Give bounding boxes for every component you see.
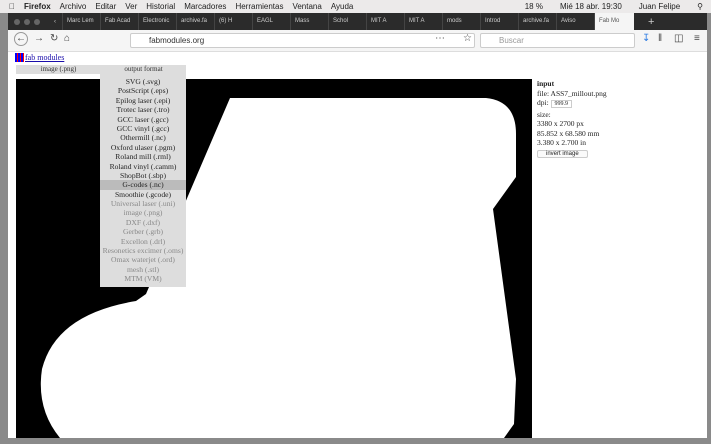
battery-status[interactable]: 18 % xyxy=(525,2,543,11)
bookmark-star-icon[interactable]: ☆ xyxy=(463,33,472,44)
output-format-option[interactable]: Othermill (.nc) xyxy=(100,133,186,142)
output-format-menu: SVG (.svg) PostScript (.eps) Epilog laser … xyxy=(100,74,186,287)
page-content: fab modules image (.png) output format S… xyxy=(8,52,707,438)
tab[interactable]: archive.fa xyxy=(518,13,556,30)
tab-bar: ‹ Marc Lem Fab Acad Electronic archive.f… xyxy=(8,13,707,30)
size-in: 3.380 x 2.700 in xyxy=(537,138,586,147)
download-icon[interactable]: ↧ xyxy=(642,33,650,44)
logo-text[interactable]: fab modules xyxy=(25,53,64,62)
menu-ventana[interactable]: Ventana xyxy=(292,2,321,11)
output-format-option: Universal laser (.uni) xyxy=(110,199,176,209)
size-mm: 85.852 x 68.580 mm xyxy=(537,128,600,138)
dpi-input[interactable]: 999.9 xyxy=(550,100,573,108)
input-info-panel: input file: ASS7_millout.png dpi: 999.9 … xyxy=(537,79,607,159)
back-icon[interactable]: ← xyxy=(14,32,28,46)
size-label: size: xyxy=(537,109,551,119)
browser-window: ‹ Marc Lem Fab Acad Electronic archive.f… xyxy=(8,13,707,438)
tab[interactable]: EAGL xyxy=(252,13,290,30)
output-format-option: Omax waterjet (.ord) xyxy=(111,255,175,265)
invert-image-button[interactable]: invert image xyxy=(537,149,588,158)
reload-icon[interactable]: ↻ xyxy=(50,33,58,44)
spotlight-icon[interactable]: ⚲ xyxy=(697,2,703,11)
size-px: 3380 x 2700 px xyxy=(537,119,584,128)
home-icon[interactable]: ⌂ xyxy=(64,33,70,44)
tab[interactable]: Marc Lem xyxy=(62,13,100,30)
output-format-option: Excellon (.drl) xyxy=(120,236,166,246)
output-format-option: mesh (.stl) xyxy=(126,264,160,274)
tab[interactable]: Electronic xyxy=(138,13,176,30)
apple-icon[interactable]:  xyxy=(9,2,15,11)
tab[interactable]: Introd xyxy=(480,13,518,30)
url-bar[interactable]: fabmodules.org xyxy=(130,33,475,48)
menu-archivo[interactable]: Archivo xyxy=(60,2,87,11)
menu-marcadores[interactable]: Marcadores xyxy=(184,2,226,11)
input-format-select[interactable]: image (.png) xyxy=(16,65,101,74)
tab-scroll-left-icon[interactable]: ‹ xyxy=(54,19,56,25)
menu-app[interactable]: Firefox xyxy=(24,2,51,11)
clock[interactable]: Mié 18 abr. 19:30 xyxy=(560,2,622,11)
output-format-option: DXF (.dxf) xyxy=(125,217,161,227)
toolpath-image xyxy=(16,79,532,438)
sidebar-icon[interactable]: ◫ xyxy=(674,33,683,44)
output-format-option[interactable]: PostScript (.eps) xyxy=(100,86,186,95)
tab[interactable]: Fab Acad xyxy=(100,13,138,30)
menu-editar[interactable]: Editar xyxy=(95,2,116,11)
window-controls[interactable] xyxy=(14,18,40,25)
output-format-option[interactable]: Trotec laser (.tro) xyxy=(100,105,186,114)
output-format-option: MTM (VM) xyxy=(124,274,162,284)
new-tab-icon[interactable]: + xyxy=(648,16,654,28)
output-format-option[interactable]: Roland mill (.rml) xyxy=(100,152,186,161)
output-format-option[interactable]: Epilog laser (.epi) xyxy=(100,96,186,105)
menu-ayuda[interactable]: Ayuda xyxy=(331,2,354,11)
output-format-option[interactable]: SVG (.svg) xyxy=(100,77,186,86)
output-format-option[interactable]: Oxford ulaser (.pgm) xyxy=(100,143,186,152)
logo-icon xyxy=(15,53,24,62)
macos-menubar:  Firefox Archivo Editar Ver Historial M… xyxy=(0,0,711,13)
tab-active[interactable]: Fab Mo xyxy=(594,13,634,30)
output-format-option[interactable]: Roland vinyl (.camm) xyxy=(100,162,186,171)
output-format-option[interactable]: GCC vinyl (.gcc) xyxy=(100,124,186,133)
hamburger-menu-icon[interactable]: ≡ xyxy=(694,33,700,44)
output-format-option: Gerber (.grb) xyxy=(122,227,164,237)
output-format-select[interactable]: output format xyxy=(101,65,186,74)
output-format-option[interactable]: ShopBot (.sbp) xyxy=(100,171,186,180)
page-actions-icon[interactable]: ⋯ xyxy=(435,33,445,44)
tab[interactable]: Mass xyxy=(290,13,328,30)
search-input[interactable]: Buscar xyxy=(480,33,635,48)
menu-herramientas[interactable]: Herramientas xyxy=(235,2,283,11)
module-header: image (.png) output format xyxy=(16,65,186,74)
output-format-option[interactable]: Smoothie (.gcode) xyxy=(100,190,186,199)
tab[interactable]: Schol xyxy=(328,13,366,30)
tab[interactable]: MIT A xyxy=(366,13,404,30)
menu-historial[interactable]: Historial xyxy=(146,2,175,11)
output-format-option[interactable]: G-codes (.nc) xyxy=(100,180,186,190)
tab[interactable]: MIT A xyxy=(404,13,442,30)
forward-icon[interactable]: → xyxy=(34,33,44,44)
output-format-option[interactable]: GCC laser (.gcc) xyxy=(100,115,186,124)
dpi-label: dpi: xyxy=(537,98,549,107)
info-title: input xyxy=(537,79,555,88)
menu-ver[interactable]: Ver xyxy=(125,2,137,11)
tab[interactable]: Aviso xyxy=(556,13,594,30)
tab[interactable]: mods xyxy=(442,13,480,30)
output-format-option: image (.png) xyxy=(123,208,163,218)
output-format-option: Resonetics excimer (.oms) xyxy=(102,246,184,256)
fab-modules-link[interactable]: fab modules xyxy=(15,53,64,62)
library-icon[interactable]: ‖ xyxy=(658,33,662,44)
tab[interactable]: archive.fa xyxy=(176,13,214,30)
tab[interactable]: (6) H xyxy=(214,13,252,30)
file-name: file: ASS7_millout.png xyxy=(537,88,607,98)
user-name[interactable]: Juan Felipe xyxy=(639,2,680,11)
